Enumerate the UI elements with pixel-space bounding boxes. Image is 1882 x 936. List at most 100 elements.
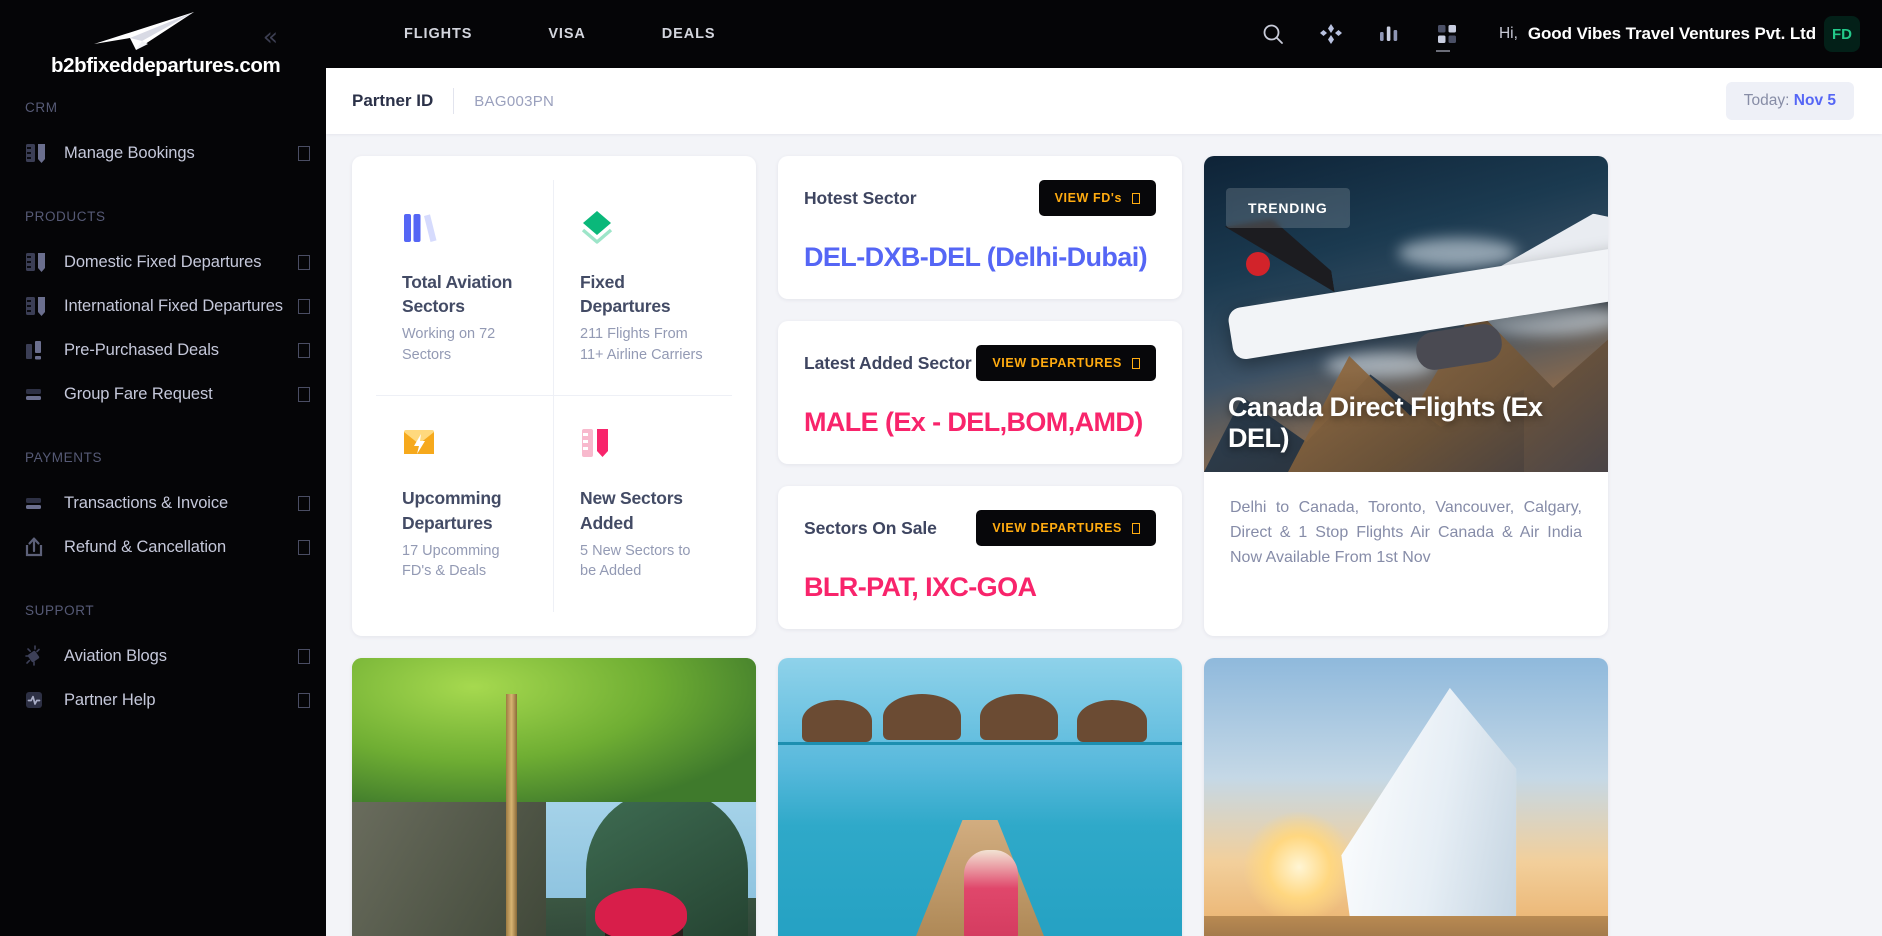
sidebar-item-partner-help[interactable]: Partner Help	[0, 678, 326, 722]
sidebar-item-refund-cancellation[interactable]: Refund & Cancellation	[0, 525, 326, 569]
sidebar: b2bfixeddepartures.com « CRM Manage Book…	[0, 0, 326, 936]
stat-subtitle: Working on 72 Sectors	[402, 326, 496, 363]
today-value: Nov 5	[1793, 92, 1836, 109]
avatar[interactable]: FD	[1824, 16, 1860, 52]
arrow-placeholder-icon	[1132, 522, 1140, 534]
promo-card-maldives-boardwalk[interactable]	[778, 657, 1182, 936]
dashboard-grid: Total Aviation Sectors Working on 72 Sec…	[326, 134, 1882, 636]
bar-chart-icon[interactable]	[1371, 16, 1407, 52]
stat-title: New Sectors Added	[580, 488, 683, 533]
today-badge: Today: Nov 5	[1725, 82, 1854, 120]
group-fare-icon	[25, 381, 55, 407]
brand-name: b2bfixeddepartures.com	[51, 54, 281, 77]
blog-icon	[25, 643, 55, 669]
sector-value: DEL-DXB-DEL (Delhi-Dubai)	[804, 242, 1148, 272]
top-navigation: FLIGHTS VISA DEALS	[366, 26, 753, 42]
deals-icon	[25, 337, 55, 363]
refund-upload-icon	[25, 534, 55, 560]
chevron-placeholder-icon	[298, 254, 310, 270]
sidebar-item-label: Partner Help	[64, 690, 156, 709]
stat-card-fixed-departures[interactable]: Fixed Departures 211 Flights From 11+ Ai…	[554, 180, 732, 397]
partner-bar: Partner ID BAG003PN Today: Nov 5	[326, 68, 1882, 134]
sidebar-item-manage-bookings[interactable]: Manage Bookings	[0, 131, 326, 175]
sector-card-on-sale: Sectors On Sale VIEW DEPARTURES BLR-PAT,…	[778, 486, 1182, 629]
promo-card-burj-al-arab[interactable]	[1204, 657, 1608, 936]
stats-panel: Total Aviation Sectors Working on 72 Sec…	[352, 156, 756, 636]
sector-label: Latest Added Sector	[804, 352, 972, 373]
grid-icon[interactable]	[1429, 16, 1465, 52]
divider	[453, 88, 455, 114]
sidebar-item-group-fare-request[interactable]: Group Fare Request	[0, 372, 326, 416]
button-label: VIEW FD's	[1054, 191, 1122, 205]
sector-header: Sectors On Sale VIEW DEPARTURES	[804, 510, 1156, 546]
button-label: VIEW DEPARTURES	[992, 521, 1122, 535]
chevron-placeholder-icon	[298, 495, 310, 511]
sidebar-item-international-fixed-departures[interactable]: International Fixed Departures	[0, 284, 326, 328]
trending-card[interactable]: TRENDING Canada Direct Flights (Ex DEL) …	[1204, 156, 1608, 636]
button-label: VIEW DEPARTURES	[992, 356, 1122, 370]
stat-subtitle: 17 Upcomming FD's & Deals	[402, 542, 500, 580]
departures-icon	[25, 293, 55, 319]
trending-badge: TRENDING	[1226, 188, 1350, 228]
search-icon[interactable]	[1255, 16, 1291, 52]
chevron-placeholder-icon	[298, 386, 310, 402]
nav-section-label-support: SUPPORT	[25, 603, 95, 618]
sidebar-item-pre-purchased-deals[interactable]: Pre-Purchased Deals	[0, 328, 326, 372]
arrow-placeholder-icon	[1132, 192, 1140, 204]
chevron-placeholder-icon	[298, 539, 310, 555]
arrow-placeholder-icon	[1132, 357, 1140, 369]
sidebar-item-domestic-fixed-departures[interactable]: Domestic Fixed Departures	[0, 240, 326, 284]
chevron-placeholder-icon	[298, 692, 310, 708]
partner-id-value: BAG003PN	[474, 92, 555, 110]
sparkle-icon[interactable]	[1313, 16, 1349, 52]
sidebar-item-label: Refund & Cancellation	[64, 537, 227, 556]
sector-label: Hotest Sector	[804, 187, 917, 208]
sector-label: Sectors On Sale	[804, 517, 937, 538]
nav-group-products: PRODUCTS Domestic Fixed Departures Inter…	[0, 209, 326, 416]
sidebar-collapse-icon[interactable]: «	[263, 24, 278, 49]
sector-header: Hotest Sector VIEW FD's	[804, 180, 1156, 216]
stats-grid: Total Aviation Sectors Working on 72 Sec…	[376, 180, 732, 612]
main-area: FLIGHTS VISA DEALS Hi, Good Vibes Travel…	[326, 0, 1882, 936]
tab-deals[interactable]: DEALS	[624, 26, 754, 42]
nav-section-label-payments: PAYMENTS	[25, 450, 103, 465]
tab-flights[interactable]: FLIGHTS	[366, 26, 510, 42]
trending-title: Canada Direct Flights (Ex DEL)	[1228, 392, 1543, 453]
sidebar-item-label: Pre-Purchased Deals	[64, 340, 219, 359]
stat-subtitle: 5 New Sectors to be Added	[580, 542, 691, 580]
stat-card-new-sectors-added[interactable]: New Sectors Added 5 New Sectors to be Ad…	[554, 396, 732, 612]
sidebar-item-label: Aviation Blogs	[64, 646, 167, 665]
nav-group-payments: PAYMENTS Transactions & Invoice Refund &…	[0, 450, 326, 569]
promo-photo-row	[326, 657, 1882, 936]
books-icon	[402, 208, 531, 252]
top-icon-group	[1255, 16, 1465, 52]
nav-section-label-crm: CRM	[25, 100, 58, 115]
sidebar-nav: CRM Manage Bookings PRODUCTS Domestic Fi…	[0, 78, 326, 722]
nav-group-crm: CRM Manage Bookings	[0, 100, 326, 175]
sidebar-item-aviation-blogs[interactable]: Aviation Blogs	[0, 634, 326, 678]
stat-card-upcomming-departures[interactable]: Upcomming Departures 17 Upcomming FD's &…	[376, 396, 554, 612]
company-name: Good Vibes Travel Ventures Pvt. Ltd	[1527, 24, 1816, 43]
tab-visa[interactable]: VISA	[510, 26, 623, 42]
chevron-placeholder-icon	[298, 648, 310, 664]
chevron-placeholder-icon	[298, 342, 310, 358]
view-fds-button[interactable]: VIEW FD's	[1038, 180, 1156, 216]
sidebar-item-label: Group Fare Request	[64, 384, 213, 403]
view-departures-button[interactable]: VIEW DEPARTURES	[976, 345, 1156, 381]
sidebar-item-transactions-invoice[interactable]: Transactions & Invoice	[0, 481, 326, 525]
sidebar-item-label: Domestic Fixed Departures	[64, 252, 262, 271]
envelope-bolt-icon	[402, 424, 531, 468]
partner-id-label: Partner ID	[352, 91, 434, 110]
promo-card-jungle-swing[interactable]	[352, 657, 756, 936]
layers-icon	[580, 208, 710, 252]
stat-card-total-aviation-sectors[interactable]: Total Aviation Sectors Working on 72 Sec…	[376, 180, 554, 397]
sidebar-item-label: Transactions & Invoice	[64, 493, 229, 512]
stat-title: Total Aviation Sectors	[402, 272, 513, 317]
chevron-placeholder-icon	[298, 298, 310, 314]
ruler-pin-icon	[580, 424, 710, 468]
bookings-icon	[25, 140, 55, 166]
stat-subtitle: 211 Flights From 11+ Airline Carriers	[580, 326, 703, 363]
nav-group-support: SUPPORT Aviation Blogs Partner Help	[0, 603, 326, 722]
departures-icon	[25, 249, 55, 275]
view-departures-button[interactable]: VIEW DEPARTURES	[976, 510, 1156, 546]
